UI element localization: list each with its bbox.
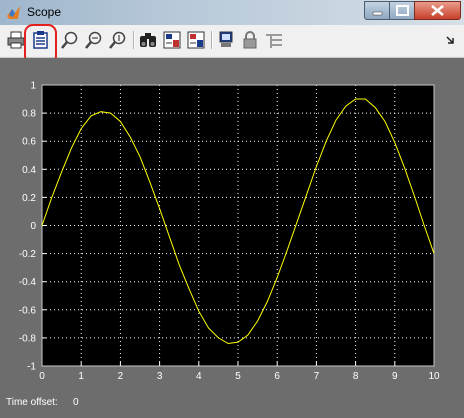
minimize-icon xyxy=(372,11,383,16)
restore-axes-settings-icon xyxy=(187,31,205,49)
x-tick-label: 0 xyxy=(39,371,45,382)
x-tick-label: 2 xyxy=(118,371,124,382)
y-tick-label: -0.8 xyxy=(19,333,37,344)
lock-axes-button[interactable] xyxy=(240,30,260,50)
x-tick-label: 3 xyxy=(157,371,163,382)
close-icon xyxy=(431,5,444,16)
y-tick-label: 1 xyxy=(30,81,36,92)
x-tick-label: 1 xyxy=(78,371,84,382)
signal-selection-button[interactable] xyxy=(264,30,284,50)
x-tick-label: 7 xyxy=(314,371,320,382)
x-tick-label: 5 xyxy=(235,371,241,382)
save-axes-settings-button[interactable] xyxy=(162,30,182,50)
zoom-x-icon xyxy=(85,31,102,49)
y-tick-label: 0.6 xyxy=(22,137,36,148)
zoom-x-button[interactable] xyxy=(84,30,104,50)
minimize-button[interactable] xyxy=(364,1,391,20)
matlab-logo-icon xyxy=(7,6,20,19)
maximize-button[interactable] xyxy=(389,1,416,20)
signal-selection-icon xyxy=(266,34,282,48)
maximize-icon xyxy=(396,5,409,16)
x-tick-label: 6 xyxy=(274,371,280,382)
toolbar xyxy=(0,25,464,58)
zoom-y-button[interactable] xyxy=(108,30,128,50)
y-tick-label: -0.6 xyxy=(19,305,37,316)
scope-plot: 0 1 2 3 4 5 6 7 8 9 10 1 0.8 0.6 0.4 0.2 0 -0.2 -0.4 -0.6 -0… xyxy=(19,81,440,383)
print-button[interactable] xyxy=(6,30,26,50)
floating-scope-button[interactable] xyxy=(216,30,236,50)
y-tick-label: 0.4 xyxy=(22,165,36,176)
zoom-y-icon xyxy=(109,31,126,49)
print-icon xyxy=(7,31,25,49)
y-tick-label: -0.2 xyxy=(19,249,37,260)
toolbar-menu-arrow-icon xyxy=(446,36,454,44)
y-tick-label: 0 xyxy=(30,221,36,232)
restore-axes-settings-button[interactable] xyxy=(186,30,206,50)
x-tick-label: 10 xyxy=(428,371,440,382)
save-axes-settings-icon xyxy=(163,31,181,49)
y-tick-label: 0.2 xyxy=(22,193,36,204)
y-tick-label: -1 xyxy=(27,362,36,373)
title-bar: Scope xyxy=(0,0,464,25)
time-offset-label: Time offset: xyxy=(6,397,58,408)
window-title: Scope xyxy=(27,5,62,19)
y-tick-label: -0.4 xyxy=(19,277,37,288)
autoscale-icon xyxy=(140,33,156,47)
toolbar-separator xyxy=(133,31,135,49)
zoom-icon xyxy=(61,31,78,49)
x-tick-label: 4 xyxy=(196,371,202,382)
status-bar: Time offset: 0 xyxy=(0,394,464,418)
zoom-button[interactable] xyxy=(60,30,80,50)
time-offset-value: 0 xyxy=(73,397,79,408)
x-tick-label: 8 xyxy=(353,371,359,382)
floating-scope-icon xyxy=(219,31,233,47)
toolbar-menu-arrow-button[interactable] xyxy=(440,30,460,50)
x-tick-label: 9 xyxy=(392,371,398,382)
y-tick-label: 0.8 xyxy=(22,109,36,120)
autoscale-button[interactable] xyxy=(138,30,158,50)
lock-icon xyxy=(243,31,257,49)
toolbar-separator xyxy=(211,31,213,49)
close-button[interactable] xyxy=(414,1,461,20)
